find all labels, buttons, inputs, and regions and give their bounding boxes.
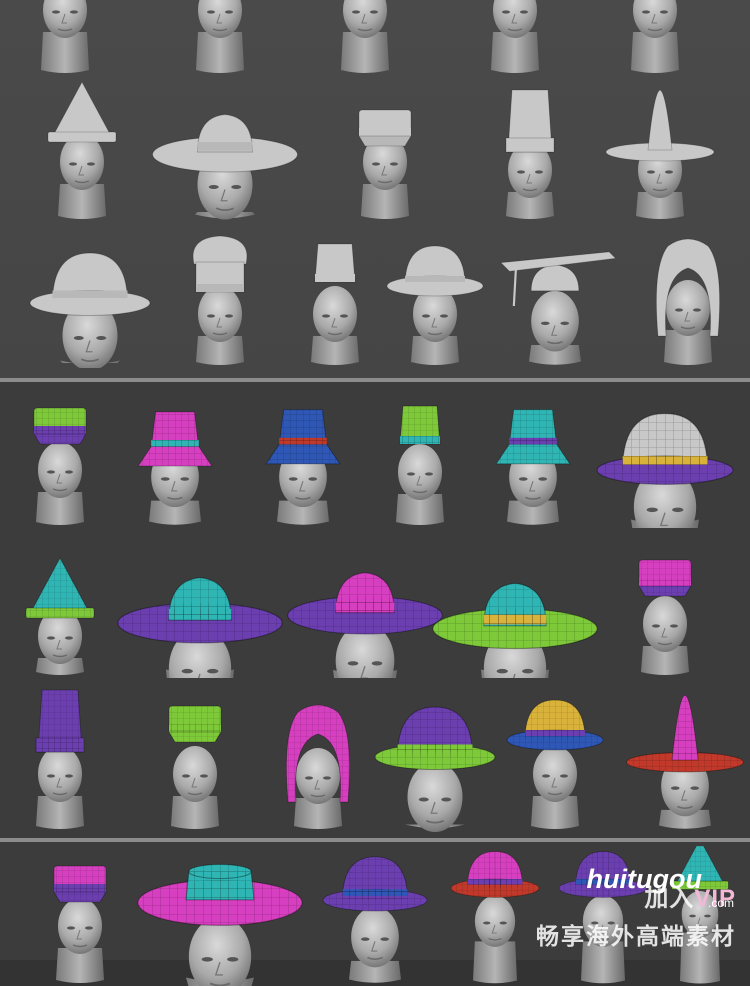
hat-model-render [41,0,89,73]
hat-model-thumbnail [160,228,280,368]
hat-model-thumbnail [600,82,720,222]
hat-model-render [322,856,428,983]
hat-model-thumbnail [285,538,445,678]
hat-model-render [432,582,598,678]
hat-model-thumbnail [0,388,120,528]
hat-model-thumbnail [135,682,255,832]
hat-model-render [495,409,571,525]
hat-model-thumbnail [430,538,600,678]
hat-model-thumbnail [160,0,280,76]
hat-model-render [192,235,248,365]
hat-model-render [499,251,617,365]
watermark-logo-suffix: .com [707,896,734,910]
hat-model-render [117,577,283,678]
watermark-logo: huitugou [586,864,702,894]
hat-model-render [638,559,692,675]
hat-model-render [137,863,303,986]
hat-model-render [631,0,679,73]
hat-model-thumbnail [238,388,368,528]
hat-model-render [152,113,298,220]
hat-model-render [506,699,604,829]
hat-model-thumbnail [455,0,575,76]
hat-model-render [287,572,443,678]
hat-model-thumbnail [20,846,140,986]
hat-model-render [168,705,222,829]
hat-model-thumbnail [135,846,305,986]
hat-model-thumbnail [605,538,725,678]
hat-model-thumbnail [150,82,300,222]
hat-model-render [25,557,95,675]
hat-model-render [386,245,484,365]
hat-model-render [374,706,496,832]
hat-model-render [450,851,540,984]
hat-model-render [491,0,539,73]
hat-model-thumbnail [360,388,480,528]
hat-model-render [655,238,721,365]
hat-model-thumbnail [0,538,120,678]
hat-model-thumbnail [0,682,120,832]
hat-model-render [626,694,744,829]
hat-model-thumbnail [325,82,445,222]
hat-model-thumbnail [470,82,590,222]
hat-model-thumbnail [468,388,598,528]
hat-model-render [505,89,555,219]
hat-model-thumbnail [440,846,550,986]
hat-model-render [341,0,389,73]
hat-model-thumbnail [5,0,125,76]
hat-model-thumbnail [375,228,495,368]
watermark: 加入VIP huitugou .com 畅享海外高端素材 [536,864,736,951]
hat-model-render [196,0,244,73]
hat-model-thumbnail [110,388,240,528]
hat-model-render [47,82,117,219]
hat-model-thumbnail [595,0,715,76]
hat-model-render [605,89,715,219]
hat-model-thumbnail [580,388,750,528]
hat-model-thumbnail [620,682,750,832]
hat-model-thumbnail [305,0,425,76]
hat-model-render [35,689,85,829]
hat-model-render [265,409,341,525]
hat-model-render [29,252,151,368]
hat-model-thumbnail [360,682,510,832]
hat-model-thumbnail [310,846,440,986]
hat-model-render [396,405,444,525]
hat-model-thumbnail [22,82,142,222]
hat-model-thumbnail [495,682,615,832]
hat-model-thumbnail [115,538,285,678]
hat-model-render [33,407,87,525]
watermark-slogan: 畅享海外高端素材 [536,923,736,949]
hat-model-render [596,412,734,528]
hat-model-render [53,865,107,983]
hat-model-thumbnail [628,228,748,368]
hat-model-thumbnail [15,228,165,368]
hat-model-render [137,411,213,525]
hat-model-render [358,109,412,219]
hat-model-thumbnail [490,228,620,368]
